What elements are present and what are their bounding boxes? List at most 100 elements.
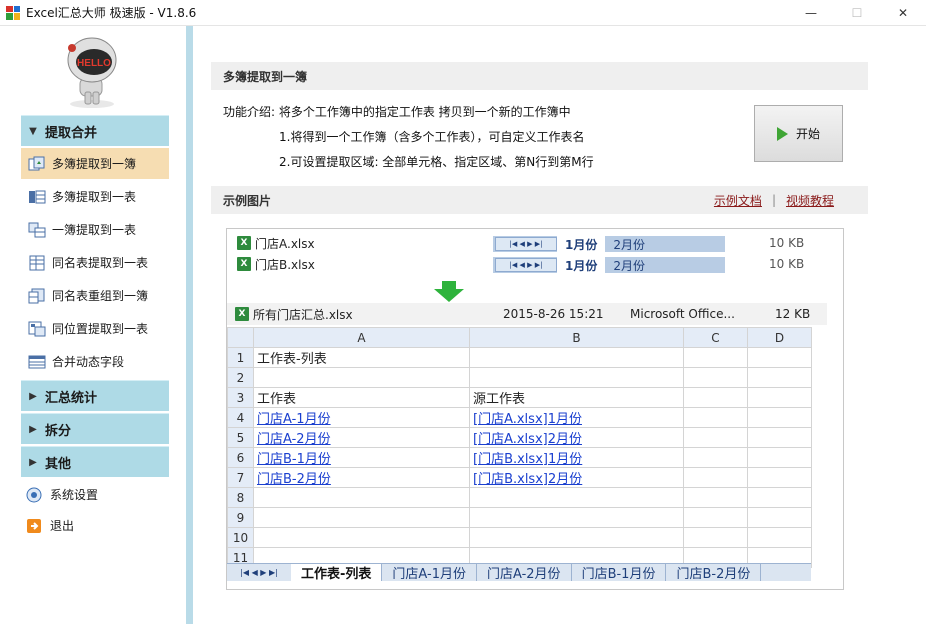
mini-sheet-nav: |◀ ◀ ▶ ▶| xyxy=(495,258,557,272)
mini-sheet-tab: 2月份 xyxy=(613,237,645,252)
nav-label: 多簿提取到一簿 xyxy=(52,157,137,171)
cell-b xyxy=(469,527,684,548)
cell-d xyxy=(747,487,812,508)
file-name: 门店A.xlsx xyxy=(255,236,315,251)
cell-b: [门店A.xlsx]1月份 xyxy=(469,407,684,428)
section-summary-stats[interactable]: ▶ 汇总统计 xyxy=(21,380,169,411)
cell-c xyxy=(683,467,748,488)
column-header: C xyxy=(683,327,748,348)
section-split[interactable]: ▶ 拆分 xyxy=(21,413,169,444)
cell-b xyxy=(469,507,684,528)
feature-intro: 功能介绍: 将多个工作簿中的指定工作表 拷贝到一个新的工作簿中 1.将得到一个工… xyxy=(223,100,594,175)
output-file-row: X 所有门店汇总.xlsx 2015-8-26 15:21 Microsoft … xyxy=(227,303,827,325)
panel-title: 多簿提取到一簿 xyxy=(211,62,868,90)
column-header: A xyxy=(253,327,470,348)
section-label: 汇总统计 xyxy=(45,390,98,406)
exit-button[interactable]: 退出 xyxy=(26,517,74,534)
cell-c xyxy=(683,527,748,548)
video-tutorial-link[interactable]: 视频教程 xyxy=(786,192,834,209)
section-extract-merge[interactable]: ▼ 提取合并 xyxy=(21,115,169,146)
file-name: 所有门店汇总.xlsx xyxy=(253,307,353,322)
intro-point-2: 2.可设置提取区域: 全部单元格、指定区域、第N行到第M行 xyxy=(279,155,594,169)
row-header: 9 xyxy=(227,507,254,528)
grid-row: 5 门店A-2月份 [门店A.xlsx]2月份 xyxy=(227,427,812,448)
nav-item-multi-book-to-book[interactable]: 多簿提取到一簿 xyxy=(21,148,169,179)
file-type: Microsoft Office... xyxy=(630,307,735,321)
sample-doc-link[interactable]: 示例文档 xyxy=(714,192,762,209)
minimize-button[interactable]: — xyxy=(788,0,834,26)
system-settings-button[interactable]: 系统设置 xyxy=(26,486,98,503)
hyperlink: 门店B-2月份 xyxy=(257,472,331,487)
exit-label: 退出 xyxy=(50,519,75,533)
down-arrow-icon xyxy=(434,281,464,302)
window-right-edge xyxy=(909,26,926,624)
grid-row: 10 xyxy=(227,527,812,548)
cell-d xyxy=(747,387,812,408)
cell-d xyxy=(747,427,812,448)
sheet-tab: 工作表-列表 xyxy=(291,564,383,581)
cell-c xyxy=(683,427,748,448)
grid-row: 6 门店B-1月份 [门店B.xlsx]1月份 xyxy=(227,447,812,468)
mini-sheet-nav: |◀ ◀ ▶ ▶| xyxy=(495,237,557,251)
nav-item-dynamic-fields[interactable]: 合并动态字段 xyxy=(21,346,169,377)
example-title: 示例图片 xyxy=(223,193,272,208)
sheet-tab: 门店A-2月份 xyxy=(477,564,572,581)
svg-text:HELLO: HELLO xyxy=(77,58,111,69)
nav-item-same-name-regroup[interactable]: 同名表重组到一簿 xyxy=(21,280,169,311)
section-other[interactable]: ▶ 其他 xyxy=(21,446,169,477)
cell-a: 工作表 xyxy=(253,387,470,408)
nav-item-book-to-sheet[interactable]: 一簿提取到一表 xyxy=(21,214,169,245)
settings-icon xyxy=(26,487,42,502)
main-panel: 多簿提取到一簿 功能介绍: 将多个工作簿中的指定工作表 拷贝到一个新的工作簿中 … xyxy=(193,26,926,624)
section-label: 其他 xyxy=(45,456,72,472)
cell-a xyxy=(253,527,470,548)
intro-point-1: 1.将得到一个工作簿（含多个工作表），可自定义工作表名 xyxy=(279,130,585,144)
file-date: 2015-8-26 15:21 xyxy=(503,307,604,321)
mascot-logo: HELLO xyxy=(67,37,117,108)
cell-b: [门店B.xlsx]1月份 xyxy=(469,447,684,468)
cell-b: [门店B.xlsx]2月份 xyxy=(469,467,684,488)
cell-d xyxy=(747,447,812,468)
nav-item-same-name-to-sheet[interactable]: 同名表提取到一表 xyxy=(21,247,169,278)
regroup-icon xyxy=(28,288,46,304)
maximize-button: ☐ xyxy=(851,6,863,20)
hyperlink: [门店A.xlsx]2月份 xyxy=(473,432,582,447)
start-label: 开始 xyxy=(795,127,820,141)
hyperlink: [门店A.xlsx]1月份 xyxy=(473,412,582,427)
sheet-tab: 门店B-2月份 xyxy=(666,564,762,581)
collapsed-arrow-icon: ▶ xyxy=(29,390,37,402)
sheet-tab: 门店B-1月份 xyxy=(572,564,667,581)
cell-c xyxy=(683,367,748,388)
nav-item-same-position[interactable]: 同位置提取到一表 xyxy=(21,313,169,344)
sidebar-divider[interactable] xyxy=(186,26,193,624)
row-header: 1 xyxy=(227,347,254,368)
file-size: 10 KB xyxy=(769,257,805,271)
grid-row: 4 门店A-1月份 [门店A.xlsx]1月份 xyxy=(227,407,812,428)
cell-c xyxy=(683,387,748,408)
mini-sheet-tabs: |◀ ◀ ▶ ▶| 1月份 2月份 xyxy=(493,256,725,274)
cell-a xyxy=(253,507,470,528)
start-button[interactable]: 开始 xyxy=(754,105,843,162)
row-header: 7 xyxy=(227,467,254,488)
cell-c xyxy=(683,487,748,508)
nav-label: 合并动态字段 xyxy=(52,355,125,369)
cell-b: 源工作表 xyxy=(469,387,684,408)
hyperlink: 门店A-2月份 xyxy=(257,432,331,447)
same-name-sheet-icon xyxy=(28,255,46,271)
row-header: 4 xyxy=(227,407,254,428)
exit-icon xyxy=(27,518,41,533)
nav-item-multi-book-to-sheet[interactable]: 多簿提取到一表 xyxy=(21,181,169,212)
column-header: B xyxy=(469,327,684,348)
nav-label: 同名表提取到一表 xyxy=(52,256,149,270)
hyperlink: [门店B.xlsx]2月份 xyxy=(473,472,583,487)
merge-sheet-icon xyxy=(28,189,46,205)
corner-cell xyxy=(227,327,254,348)
column-header: D xyxy=(747,327,812,348)
excel-file-icon: X xyxy=(237,257,251,271)
mini-sheet-tab: 1月份 xyxy=(557,235,606,253)
sheet-nav-buttons: |◀ ◀ ▶ ▶| xyxy=(240,568,278,577)
sheet-tab-bar: |◀ ◀ ▶ ▶| 工作表-列表 门店A-1月份 门店A-2月份 门店B-1月份… xyxy=(227,563,811,581)
nav-label: 同名表重组到一簿 xyxy=(52,289,149,303)
close-button[interactable]: ✕ xyxy=(880,0,926,26)
book-extract-icon xyxy=(28,222,46,238)
